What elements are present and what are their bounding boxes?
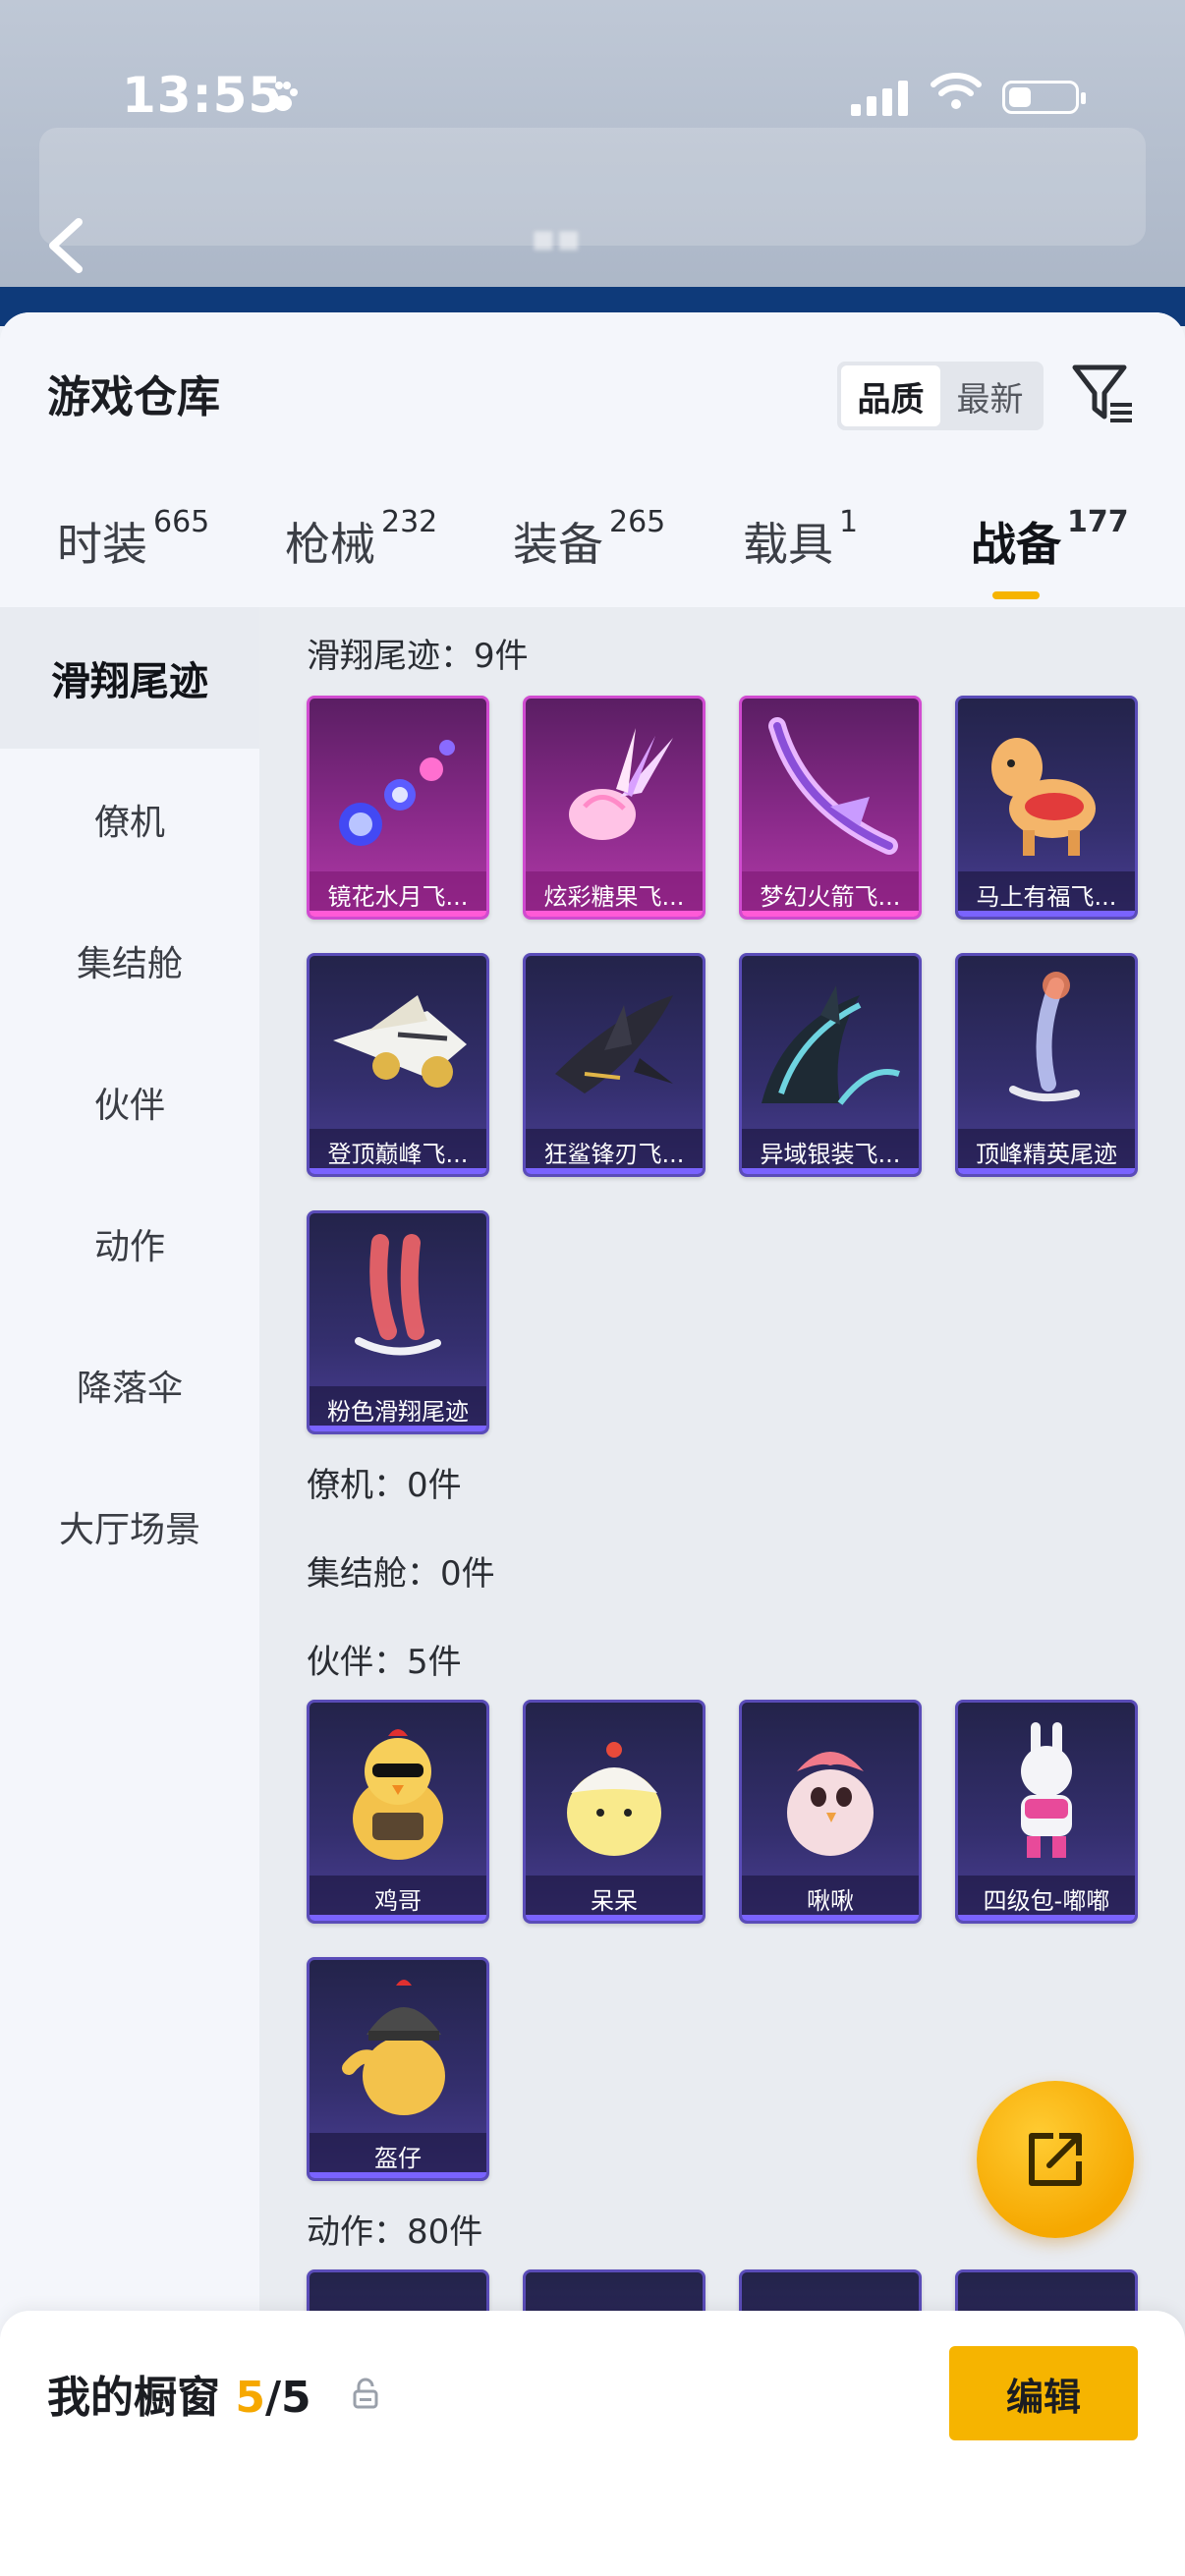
candy-glider-icon	[569, 728, 673, 840]
rarity-bar	[958, 911, 1135, 917]
sidebar-item-parachute[interactable]: 降落伞	[0, 1315, 259, 1456]
rarity-bar	[310, 1168, 486, 1174]
helmet-chick-icon	[342, 1980, 445, 2115]
sort-quality-button[interactable]: 品质	[841, 365, 940, 426]
rarity-bar	[310, 1426, 486, 1431]
status-time: 13:55	[122, 67, 284, 124]
rarity-bar	[742, 1915, 919, 1921]
showcase-label: 我的橱窗	[47, 2373, 220, 2423]
pink-bird-icon	[787, 1752, 874, 1856]
sidebar-item-capsule[interactable]: 集结舱	[0, 890, 259, 1032]
item-card[interactable]: 盔仔	[307, 1957, 489, 2181]
showcase-count: 5	[235, 2373, 265, 2423]
item-card[interactable]: 异域银装飞...	[739, 953, 922, 1177]
rarity-bar	[958, 1915, 1135, 1921]
egg-chick-icon	[567, 1742, 661, 1856]
warehouse-sheet: 游戏仓库 品质 最新 时装 665 枪械 232 装备 265 载具 1 战备 177 滑…	[0, 312, 1185, 2576]
sidebar-item-glide-trail[interactable]: 滑翔尾迹	[0, 607, 259, 749]
item-card[interactable]: 登顶巅峰飞...	[307, 953, 489, 1177]
rarity-bar	[742, 1168, 919, 1174]
item-card[interactable]: 镜花水月飞...	[307, 696, 489, 920]
bunny-robot-icon	[1021, 1722, 1072, 1858]
sidebar-item-lobby-scene[interactable]: 大厅场景	[0, 1456, 259, 1597]
tab-equipment[interactable]: 装备 265	[513, 505, 665, 574]
section-label-glide: 滑翔尾迹：9件	[307, 637, 529, 676]
sidebar: 滑翔尾迹 僚机 集结舱 伙伴 动作 降落伞 大厅场景	[0, 607, 259, 2576]
sort-toggle: 品质 最新	[837, 362, 1044, 430]
showcase-total: /5	[264, 2373, 311, 2423]
sidebar-item-partner[interactable]: 伙伴	[0, 1032, 259, 1173]
rarity-bar	[310, 1915, 486, 1921]
shark-blade-glider-icon	[555, 995, 673, 1093]
rarity-bar	[742, 911, 919, 917]
showcase-bar: 我的橱窗 5/5 编辑	[0, 2311, 1185, 2576]
sort-newest-button[interactable]: 最新	[940, 365, 1040, 426]
signal-icon	[851, 77, 908, 116]
item-grid-area: 滑翔尾迹：9件 镜花水月飞... 炫彩糖果飞... 梦幻火箭飞... 马上有福飞…	[259, 607, 1185, 2576]
sidebar-item-action[interactable]: 动作	[0, 1173, 259, 1315]
rarity-bar	[526, 1168, 703, 1174]
background-overlay: ▪▪	[0, 0, 1185, 324]
section-label-partner: 伙伴：5件	[307, 1643, 462, 1682]
category-tabs: 时装 665 枪械 232 装备 265 载具 1 战备 177	[0, 479, 1185, 607]
item-card[interactable]: 马上有福飞...	[955, 696, 1138, 920]
tab-battle-gear[interactable]: 战备 177	[971, 505, 1129, 574]
blurred-header: ▪▪	[531, 216, 582, 259]
page-title: 游戏仓库	[47, 372, 220, 422]
share-button[interactable]	[977, 2081, 1134, 2238]
item-card[interactable]: 鸡哥	[307, 1700, 489, 1924]
section-label-capsule: 集结舱：0件	[307, 1554, 495, 1594]
item-card[interactable]: 四级包-嘟嘟	[955, 1700, 1138, 1924]
battery-icon	[1002, 81, 1086, 114]
summit-jet-glider-icon	[333, 995, 467, 1088]
tab-vehicles[interactable]: 载具 1	[743, 505, 858, 574]
chicken-sunglasses-icon	[353, 1729, 443, 1860]
blurred-stats-row	[39, 128, 1146, 246]
item-card[interactable]: 啾啾	[739, 1700, 922, 1924]
item-card[interactable]: 狂鲨锋刃飞...	[523, 953, 705, 1177]
dream-rocket-glider-icon	[768, 717, 898, 855]
sheet-header: 游戏仓库 品质 最新 时装 665 枪械 232 装备 265 载具 1 战备 177	[0, 312, 1185, 607]
item-card[interactable]: 顶峰精英尾迹	[955, 953, 1138, 1177]
section-label-wingman: 僚机：0件	[307, 1466, 462, 1505]
showcase-title: 我的橱窗 5/5	[47, 2362, 311, 2425]
external-link-icon	[1029, 2133, 1082, 2186]
rarity-bar	[310, 2172, 486, 2178]
sidebar-item-wingman[interactable]: 僚机	[0, 749, 259, 890]
filter-icon[interactable]	[1069, 360, 1138, 428]
item-card[interactable]: 梦幻火箭飞...	[739, 696, 922, 920]
lock-icon	[352, 2378, 379, 2409]
tab-fashion[interactable]: 时装 665	[57, 505, 209, 574]
item-card[interactable]: 粉色滑翔尾迹	[307, 1210, 489, 1434]
edit-button[interactable]: 编辑	[949, 2346, 1138, 2440]
tab-guns[interactable]: 枪械 232	[285, 505, 437, 574]
paw-icon	[263, 77, 303, 126]
pink-smoke-trail-icon	[355, 1234, 441, 1356]
rarity-bar	[958, 1168, 1135, 1174]
item-card[interactable]: 炫彩糖果飞...	[523, 696, 705, 920]
rarity-bar	[526, 911, 703, 917]
lucky-horse-glider-icon	[991, 738, 1096, 856]
elite-smoke-trail-icon	[1009, 972, 1080, 1102]
sparkle-orbs-trail-icon	[339, 740, 455, 846]
section-label-action: 动作：80件	[307, 2212, 483, 2252]
active-tab-indicator	[992, 591, 1040, 599]
back-arrow-icon[interactable]	[43, 216, 86, 275]
rarity-bar	[310, 911, 486, 917]
item-card[interactable]: 呆呆	[523, 1700, 705, 1924]
rarity-bar	[526, 1915, 703, 1921]
silver-wing-glider-icon	[762, 985, 900, 1105]
wifi-icon	[930, 69, 983, 112]
